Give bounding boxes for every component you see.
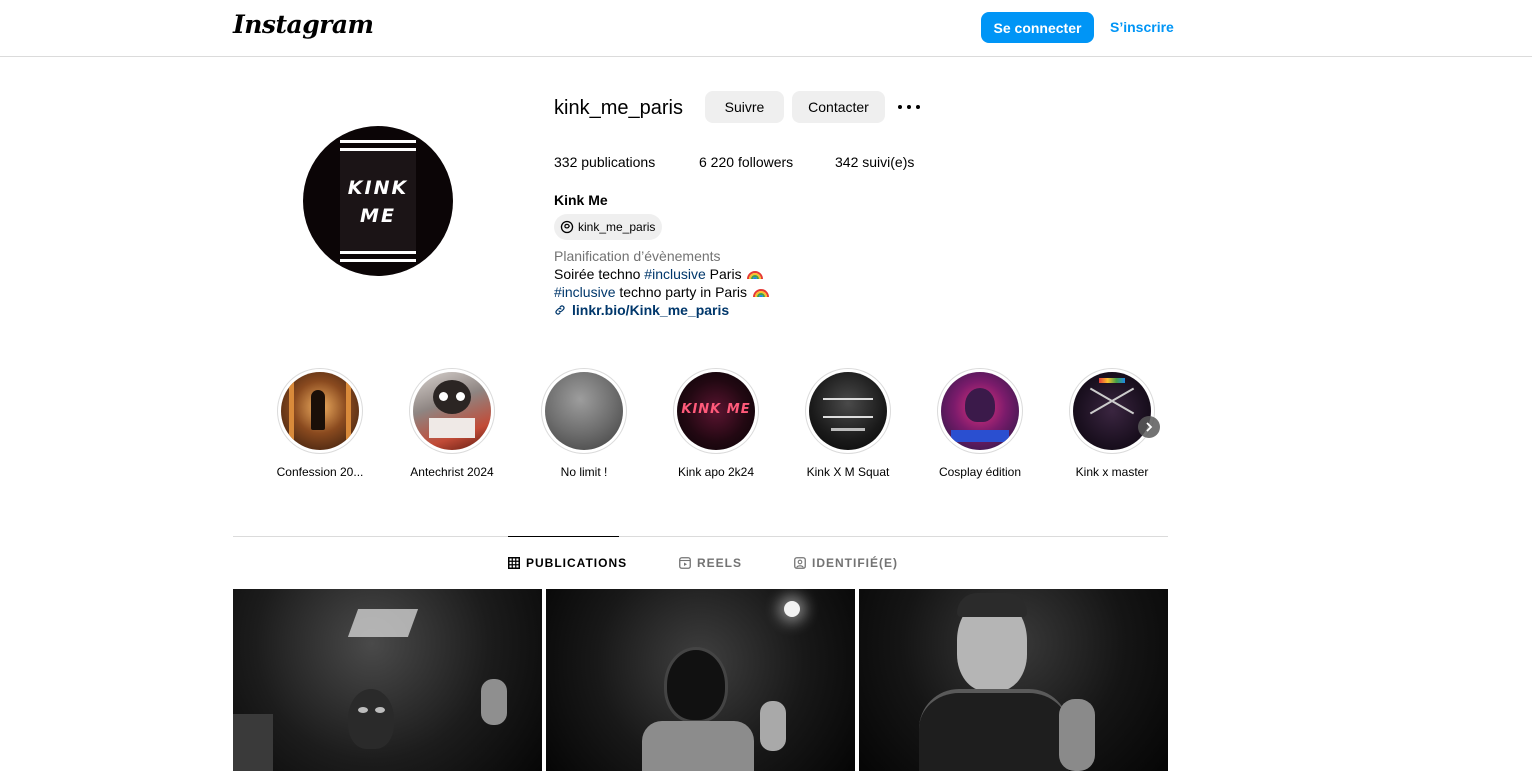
rainbow-emoji-icon: [747, 271, 764, 280]
bio-link-text: linkr.bio/Kink_me_paris: [572, 302, 730, 318]
contact-button[interactable]: Contacter: [792, 91, 885, 123]
highlight-ring: [1069, 368, 1155, 454]
hashtag-link[interactable]: #inclusive: [644, 266, 705, 282]
login-button[interactable]: Se connecter: [981, 12, 1094, 43]
highlight-label: No limit !: [560, 465, 608, 479]
tab-tagged[interactable]: IDENTIFIÉ(E): [794, 556, 898, 570]
story-highlight[interactable]: Cosplay édition: [937, 368, 1023, 479]
chevron-right-icon: [1146, 422, 1153, 432]
highlight-cover: [545, 372, 623, 450]
tab-publications[interactable]: PUBLICATIONS: [508, 556, 627, 570]
highlights-next-button[interactable]: [1138, 416, 1160, 438]
tab-label: IDENTIFIÉ(E): [812, 556, 898, 570]
followers-count: 6 220: [699, 154, 735, 170]
tab-label: PUBLICATIONS: [526, 556, 628, 570]
bio-line-1: Soirée techno #inclusive Paris: [554, 266, 764, 282]
following-count: 342: [835, 154, 859, 170]
highlight-cover: [413, 372, 491, 450]
avatar-stripe: [340, 140, 416, 143]
link-icon: [555, 305, 565, 315]
post-thumbnail[interactable]: [546, 589, 855, 771]
posts-count-stat: 332 publications: [554, 154, 655, 170]
profile-full-name: Kink Me: [554, 192, 608, 208]
grid-icon: [508, 557, 520, 569]
highlight-cover: [1073, 372, 1151, 450]
avatar-stripe: [340, 259, 416, 262]
highlight-cover: [941, 372, 1019, 450]
following-stat[interactable]: 342 suivi(e)s: [835, 154, 914, 170]
tab-reels[interactable]: REELS: [679, 556, 742, 570]
highlight-label: Antechrist 2024: [410, 465, 494, 479]
follow-button[interactable]: Suivre: [705, 91, 784, 123]
reels-icon: [679, 557, 691, 569]
highlight-cover: [809, 372, 887, 450]
active-tab-indicator: [508, 536, 619, 537]
highlight-cover: KINK ME: [677, 372, 755, 450]
highlight-cover: [281, 372, 359, 450]
highlight-ring: [541, 368, 627, 454]
highlight-label: Confession 20...: [276, 465, 364, 479]
story-highlight[interactable]: KINK ME Kink apo 2k24: [673, 368, 759, 479]
story-highlight[interactable]: No limit !: [541, 368, 627, 479]
avatar-stripe: [340, 251, 416, 254]
bio-text: techno party in Paris: [615, 284, 747, 300]
bio-line-2: #inclusive techno party in Paris: [554, 284, 769, 300]
hashtag-link[interactable]: #inclusive: [554, 284, 615, 300]
story-highlight[interactable]: Antechrist 2024: [409, 368, 495, 479]
avatar-logo-text: KINK ME: [303, 174, 453, 230]
rainbow-emoji-icon: [752, 289, 769, 298]
posts-label: publications: [581, 154, 656, 170]
profile-category: Planification d’évènements: [554, 248, 721, 264]
highlight-label: Kink X M Squat: [806, 465, 890, 479]
bio-text: Soirée techno: [554, 266, 645, 282]
post-thumbnail[interactable]: [859, 589, 1168, 771]
signup-link[interactable]: S’inscrire: [1110, 19, 1174, 35]
highlight-ring: [277, 368, 363, 454]
highlight-label: Cosplay édition: [938, 465, 1022, 479]
avatar-text-line1: KINK: [347, 177, 409, 199]
threads-handle: kink_me_paris: [578, 220, 656, 234]
story-highlight[interactable]: Kink X M Squat: [805, 368, 891, 479]
instagram-logo[interactable]: Instagram: [233, 10, 374, 39]
tabs-divider: [233, 536, 1168, 537]
top-navbar: Instagram Se connecter S’inscrire: [0, 0, 1532, 57]
followers-label: followers: [737, 154, 794, 170]
highlight-ring: [805, 368, 891, 454]
threads-icon: [560, 220, 574, 234]
highlight-label: Kink apo 2k24: [677, 465, 755, 479]
followers-stat[interactable]: 6 220 followers: [699, 154, 793, 170]
story-highlight[interactable]: Kink x master: [1069, 368, 1155, 479]
post-thumbnail[interactable]: [233, 589, 542, 771]
bio-external-link[interactable]: linkr.bio/Kink_me_paris: [554, 302, 729, 318]
highlight-ring: KINK ME: [673, 368, 759, 454]
story-highlight[interactable]: Confession 20...: [277, 368, 363, 479]
bio-text: Paris: [705, 266, 742, 282]
profile-avatar[interactable]: KINK ME: [303, 126, 453, 276]
posts-count: 332: [554, 154, 578, 170]
profile-username: kink_me_paris: [554, 97, 683, 119]
avatar-text-line2: ME: [360, 205, 396, 227]
highlight-ring: [937, 368, 1023, 454]
following-label: suivi(e)s: [862, 154, 915, 170]
threads-badge[interactable]: kink_me_paris: [554, 214, 663, 240]
tab-label: REELS: [697, 556, 743, 570]
more-options-icon[interactable]: [897, 98, 921, 116]
avatar-stripe: [340, 148, 416, 151]
tagged-person-icon: [794, 557, 806, 569]
highlight-label: Kink x master: [1075, 465, 1149, 479]
highlight-ring: [409, 368, 495, 454]
